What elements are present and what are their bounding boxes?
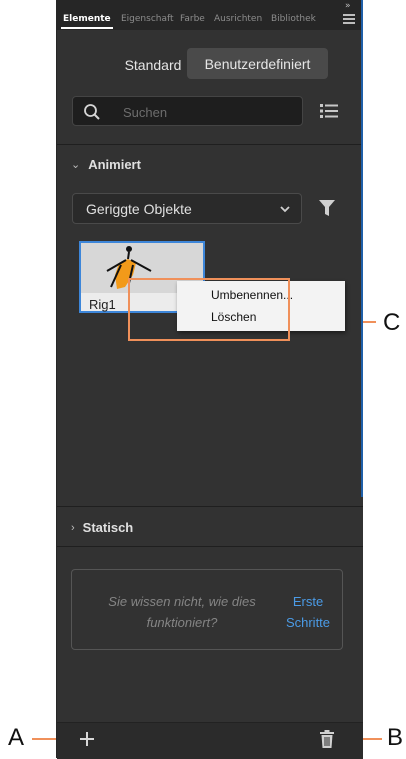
tab-ausrichten[interactable]: Ausrichten	[214, 14, 262, 24]
callout-box-c	[128, 278, 290, 341]
callout-label-a: A	[8, 724, 25, 751]
list-view-icon[interactable]	[320, 102, 338, 120]
dropdown-selected-value: Geriggte Objekte	[86, 201, 192, 217]
help-text-line: funktioniert?	[146, 615, 218, 630]
getting-started-link[interactable]: Erste Schritte	[282, 591, 334, 633]
tab-bibliothek[interactable]: Bibliothek	[271, 14, 316, 24]
asset-label: Rig1	[89, 297, 116, 312]
help-text: Sie wissen nicht, wie dies funktioniert?	[92, 591, 272, 633]
tab-eigenschaft[interactable]: Eigenschaft	[121, 14, 174, 24]
section-divider	[57, 506, 363, 507]
panel-tab-bar: » Elemente Eigenschaft Farbe Ausrichten …	[57, 0, 363, 30]
static-section-header[interactable]: › Statisch	[71, 520, 133, 535]
static-section-title: Statisch	[82, 520, 134, 535]
animated-section-title: Animiert	[88, 157, 141, 172]
assets-panel: » Elemente Eigenschaft Farbe Ausrichten …	[56, 0, 363, 759]
callout-label-b: B	[387, 724, 404, 751]
search-icon	[84, 104, 100, 120]
help-text-line: Sie wissen nicht, wie dies	[108, 594, 256, 609]
help-box: Sie wissen nicht, wie dies funktioniert?…	[71, 569, 343, 650]
collapse-chevron-icon[interactable]: »	[345, 1, 351, 11]
custom-toggle-button[interactable]: Benutzerdefiniert	[187, 48, 328, 79]
tab-farbe[interactable]: Farbe	[180, 14, 205, 24]
section-divider	[57, 546, 363, 547]
section-divider	[57, 144, 363, 145]
panel-bottom-bar	[57, 722, 363, 759]
search-input[interactable]	[121, 97, 295, 127]
animated-section-header[interactable]: ⌄ Animiert	[71, 157, 141, 172]
chevron-down-icon: ⌄	[71, 159, 81, 171]
tab-elemente[interactable]: Elemente	[63, 14, 111, 24]
plus-icon[interactable]	[80, 732, 94, 746]
link-text-line: Erste	[292, 594, 324, 609]
animated-filter-dropdown[interactable]: Geriggte Objekte	[72, 193, 302, 224]
hamburger-icon[interactable]	[343, 14, 355, 24]
filter-icon[interactable]	[319, 199, 335, 217]
callout-label-c: C	[383, 309, 401, 336]
chevron-right-icon: ›	[71, 521, 75, 534]
trash-icon[interactable]	[319, 730, 335, 748]
active-tab-indicator	[61, 27, 113, 29]
chevron-down-icon	[280, 206, 290, 213]
search-box	[72, 96, 303, 127]
panel-edge-accent	[361, 0, 363, 497]
link-text-line: Schritte	[285, 615, 331, 630]
